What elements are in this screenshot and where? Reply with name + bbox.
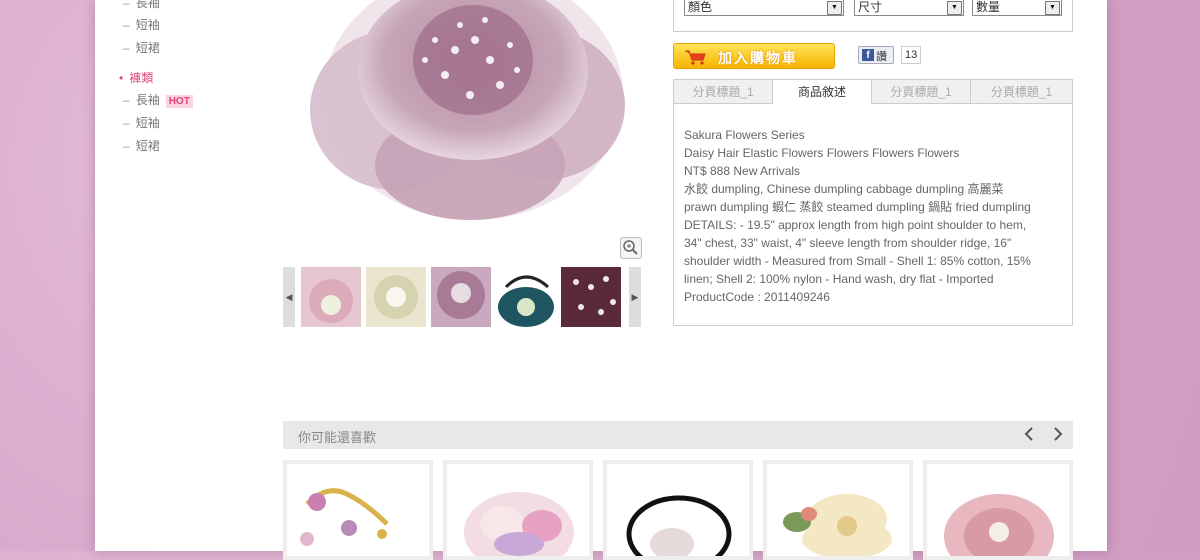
facebook-like-button[interactable]: f 讚: [858, 46, 894, 64]
flower-image: [310, 0, 625, 220]
tab-3[interactable]: 分頁標題_1: [872, 80, 971, 104]
related-product-card[interactable]: [923, 460, 1073, 560]
size-select[interactable]: 尺寸 ▼: [854, 0, 964, 16]
related-product-card[interactable]: [443, 460, 593, 560]
page-container: – 長袖 – 短袖 – 短裙 • 褲類 – 長袖 HOT – 短袖 – 短裙 ◀…: [95, 0, 1107, 560]
related-next-button[interactable]: [1050, 424, 1066, 444]
thumbnail[interactable]: [366, 267, 426, 327]
tab-4[interactable]: 分頁標題_1: [971, 80, 1072, 104]
sidebar-item-label: 短袖: [135, 18, 160, 32]
sidebar-item[interactable]: – 短袖: [123, 16, 160, 33]
description-line: prawn dumpling 蝦仁 蒸餃 steamed dumpling 鍋貼…: [684, 200, 1031, 214]
sidebar-item-label: 短袖: [135, 116, 160, 130]
description-line: NT$ 888 New Arrivals: [684, 164, 801, 178]
dash-icon: –: [123, 116, 130, 130]
thumbnail[interactable]: [431, 267, 491, 327]
zoom-button[interactable]: [620, 237, 642, 259]
description-line: Sakura Flowers Series: [684, 128, 805, 142]
hot-badge: HOT: [165, 95, 193, 108]
related-product-image: [944, 494, 1054, 556]
thumbnail-image: [366, 267, 426, 327]
thumb-next-button[interactable]: ▶: [629, 267, 641, 327]
product-tabs: 分頁標題_1 商品敘述 分頁標題_1 分頁標題_1 Sakura Flowers…: [673, 79, 1073, 326]
description-line: 34" chest, 33" waist, 4" sleeve length f…: [684, 236, 1012, 250]
size-select-value: 尺寸: [858, 0, 883, 14]
related-product-image: [783, 494, 892, 556]
sidebar-item-label: 短裙: [135, 41, 160, 55]
sidebar-item-label: 長袖: [135, 0, 160, 10]
dash-icon: –: [123, 0, 130, 10]
chevron-right-icon: [1054, 427, 1063, 441]
related-product-card[interactable]: [603, 460, 753, 560]
related-product-card[interactable]: [283, 460, 433, 560]
dash-icon: –: [123, 139, 130, 153]
dash-icon: –: [123, 18, 130, 32]
bullet-icon: •: [119, 71, 124, 85]
sidebar-item-label: 長袖: [135, 93, 160, 107]
product-image[interactable]: [285, 0, 645, 240]
thumbnail[interactable]: [301, 267, 361, 327]
thumbnail-image: [431, 267, 491, 327]
related-product-image: [300, 488, 389, 546]
description-line: ProductCode : 2011409246: [684, 290, 830, 304]
add-to-cart-label: 加入購物車: [718, 50, 798, 66]
description-line: Daisy Hair Elastic Flowers Flowers Flowe…: [684, 146, 960, 160]
related-product-card[interactable]: [763, 460, 913, 560]
sidebar-item[interactable]: – 長袖 HOT: [123, 91, 193, 108]
like-count: 13: [901, 46, 922, 64]
description-line: 水餃 dumpling, Chinese dumpling cabbage du…: [684, 182, 1004, 196]
thumbnail-image: [301, 267, 361, 327]
chevron-down-icon: ▼: [827, 1, 842, 15]
related-prev-button[interactable]: [1021, 424, 1037, 444]
thumbnail[interactable]: [496, 267, 556, 327]
chevron-down-icon: ▼: [947, 1, 962, 15]
sidebar-item[interactable]: – 短袖: [123, 114, 160, 131]
related-product-image: [626, 495, 732, 556]
sidebar-item[interactable]: – 長袖: [123, 0, 160, 11]
sidebar-category[interactable]: • 褲類: [119, 69, 153, 86]
description-line: shoulder width - Measured from Small - S…: [684, 254, 1031, 268]
sidebar-category-label: 褲類: [129, 71, 154, 85]
dash-icon: –: [123, 93, 130, 107]
magnifier-icon: [623, 240, 638, 255]
chevron-left-icon: [1024, 427, 1033, 441]
description-line: linen; Shell 2: 100% nylon - Hand wash, …: [684, 272, 994, 286]
add-to-cart-button[interactable]: 加入購物車: [673, 43, 835, 69]
sidebar-item[interactable]: – 短裙: [123, 39, 160, 56]
thumbnail-image: [561, 267, 621, 327]
related-product-image: [464, 492, 574, 556]
facebook-icon: f: [862, 49, 874, 61]
sidebar-item[interactable]: – 短裙: [123, 137, 160, 154]
tab-1[interactable]: 分頁標題_1: [674, 80, 773, 104]
quantity-select-value: 數量: [976, 0, 1001, 14]
thumbnail[interactable]: [561, 267, 621, 327]
thumb-prev-button[interactable]: ◀: [283, 267, 295, 327]
tab-description[interactable]: 商品敘述: [773, 80, 872, 104]
color-select[interactable]: 顏色 ▼: [684, 0, 844, 16]
description-line: DETAILS: - 19.5" approx length from high…: [684, 218, 1027, 232]
related-header: 你可能還喜歡: [283, 421, 1073, 449]
thumbnail-image: [496, 267, 556, 327]
cart-icon: [685, 50, 706, 65]
sidebar-item-label: 短裙: [135, 139, 160, 153]
chevron-down-icon: ▼: [1045, 1, 1060, 15]
quantity-select[interactable]: 數量 ▼: [972, 0, 1062, 16]
tab-content: Sakura Flowers Series Daisy Hair Elastic…: [684, 126, 1064, 306]
dash-icon: –: [123, 41, 130, 55]
color-select-value: 顏色: [688, 0, 713, 14]
related-title: 你可能還喜歡: [298, 430, 377, 445]
like-label: 讚: [876, 51, 887, 63]
